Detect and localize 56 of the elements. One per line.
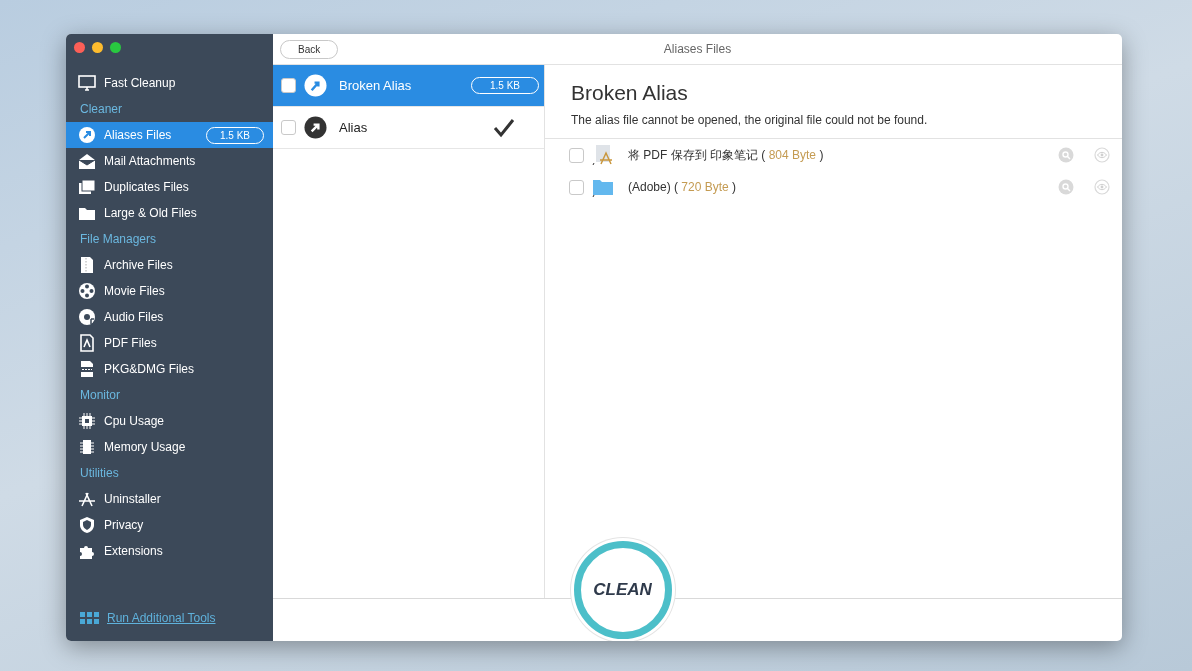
section-header: File Managers xyxy=(79,231,158,248)
detail-description: The alias file cannot be opened, the original file could not be found. xyxy=(571,113,929,127)
pdf-icon xyxy=(78,334,96,352)
arrow-circle-icon xyxy=(304,116,327,139)
sidebar-item[interactable]: Memory Usage xyxy=(66,434,273,460)
arrow-circle-icon xyxy=(78,126,96,144)
disc-icon xyxy=(78,308,96,326)
arrow-circle-icon xyxy=(304,74,327,97)
sidebar-item[interactable]: Extensions xyxy=(66,538,273,564)
section-header: Monitor xyxy=(79,387,121,404)
sidebar-item[interactable]: Large & Old Files xyxy=(66,200,273,226)
package-icon xyxy=(78,360,96,378)
document-icon xyxy=(78,256,96,274)
close-button[interactable] xyxy=(74,42,85,53)
sidebar-item[interactable]: Duplicates Files xyxy=(66,174,273,200)
section-header: Cleaner xyxy=(79,101,124,118)
envelope-icon xyxy=(78,152,96,170)
sidebar-item[interactable]: Privacy xyxy=(66,512,273,538)
list-row[interactable]: Broken Alias 1.5 KB xyxy=(273,65,544,107)
detail-title: Broken Alias xyxy=(571,81,689,105)
sidebar-item[interactable]: Mail Attachments xyxy=(66,148,273,174)
checkbox[interactable] xyxy=(569,147,584,163)
chip-icon xyxy=(78,438,96,456)
sidebar-item[interactable]: Uninstaller xyxy=(66,486,273,512)
zoom-button[interactable] xyxy=(110,42,121,53)
checkbox[interactable] xyxy=(569,179,584,195)
sidebar-item[interactable]: Movie Files xyxy=(66,278,273,304)
checkbox[interactable] xyxy=(281,120,296,135)
eye-icon[interactable] xyxy=(1094,179,1110,195)
checkbox[interactable] xyxy=(281,78,296,93)
app-icon xyxy=(592,144,614,166)
sidebar-item[interactable]: Fast Cleanup xyxy=(66,70,273,96)
sidebar-item[interactable]: Audio Files xyxy=(66,304,273,330)
eye-icon[interactable] xyxy=(1094,147,1110,163)
sidebar-item[interactable]: PDF Files xyxy=(66,330,273,356)
minimize-button[interactable] xyxy=(92,42,103,53)
search-icon[interactable] xyxy=(1058,147,1074,163)
film-reel-icon xyxy=(78,282,96,300)
back-button[interactable]: Back xyxy=(280,39,339,59)
monitor-icon xyxy=(78,74,96,92)
sidebar-item[interactable]: Aliases Files 1.5 KB xyxy=(66,122,273,148)
window-title: Aliases Files xyxy=(663,42,732,56)
app-store-icon xyxy=(78,490,96,508)
sidebar-item[interactable]: Archive Files xyxy=(66,252,273,278)
folders-icon xyxy=(78,178,96,196)
file-name: 将 PDF 保存到 印象笔记 ( 804 Byte ) xyxy=(628,146,825,164)
list-row[interactable]: Alias xyxy=(273,107,544,149)
shield-icon xyxy=(78,516,96,534)
chip-icon xyxy=(78,412,96,430)
file-name: (Adobe) ( 720 Byte ) xyxy=(628,180,738,194)
grid-icon xyxy=(80,612,99,624)
search-icon[interactable] xyxy=(1058,179,1074,195)
sidebar-item[interactable]: Cpu Usage xyxy=(66,408,273,434)
section-header: Utilities xyxy=(79,465,120,482)
sidebar-item[interactable]: PKG&DMG Files xyxy=(66,356,273,382)
run-tools-link[interactable]: Run Additional Tools xyxy=(107,611,216,625)
